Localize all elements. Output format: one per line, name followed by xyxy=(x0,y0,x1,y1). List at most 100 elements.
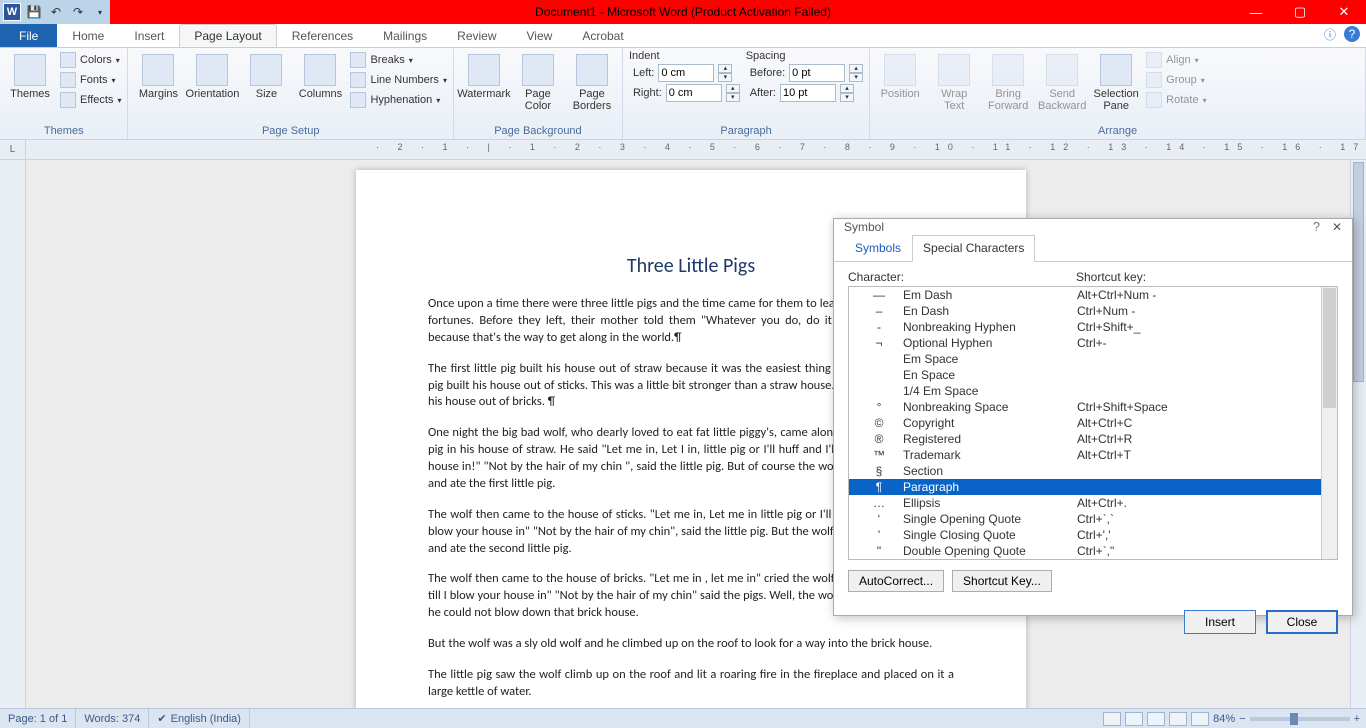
colors-button[interactable]: Colors▾ xyxy=(60,50,121,70)
maximize-button[interactable]: ▢ xyxy=(1278,0,1322,24)
special-characters-listbox[interactable]: —Em DashAlt+Ctrl+Num -–En DashCtrl+Num -… xyxy=(848,286,1338,560)
symbol-glyph: … xyxy=(855,496,903,510)
list-item[interactable]: ’Single Closing QuoteCtrl+',' xyxy=(849,527,1321,543)
redo-icon[interactable]: ↷ xyxy=(68,2,88,22)
tab-acrobat[interactable]: Acrobat xyxy=(567,24,638,47)
scrollbar-thumb[interactable] xyxy=(1353,162,1364,382)
tab-home[interactable]: Home xyxy=(57,24,119,47)
view-print-layout-button[interactable] xyxy=(1103,712,1121,726)
line-numbers-button[interactable]: Line Numbers▾ xyxy=(350,70,447,90)
symbol-name: Section xyxy=(903,464,1077,478)
size-button[interactable]: Size xyxy=(242,50,290,100)
page-borders-button[interactable]: Page Borders xyxy=(568,50,616,112)
zoom-slider[interactable] xyxy=(1250,717,1350,721)
tab-review[interactable]: Review xyxy=(442,24,511,47)
send-backward-button: Send Backward xyxy=(1038,50,1086,112)
list-item[interactable]: —Em DashAlt+Ctrl+Num - xyxy=(849,287,1321,303)
qat-dropdown-icon[interactable]: ▾ xyxy=(90,2,110,22)
tab-insert[interactable]: Insert xyxy=(119,24,179,47)
listbox-scrollbar[interactable] xyxy=(1321,287,1337,559)
margins-button[interactable]: Margins xyxy=(134,50,182,100)
list-item[interactable]: ¬Optional HyphenCtrl+- xyxy=(849,335,1321,351)
ribbon-group-themes: Themes Colors▾ Fonts▾ Effects▾ Themes xyxy=(0,48,128,139)
list-item[interactable]: -Nonbreaking HyphenCtrl+Shift+_ xyxy=(849,319,1321,335)
effects-button[interactable]: Effects▾ xyxy=(60,90,121,110)
dialog-help-icon[interactable]: ? xyxy=(1313,219,1332,234)
close-window-button[interactable]: ✕ xyxy=(1322,0,1366,24)
orientation-button[interactable]: Orientation xyxy=(188,50,236,100)
view-full-screen-button[interactable] xyxy=(1125,712,1143,726)
help-icon[interactable]: ? xyxy=(1344,26,1360,42)
symbol-shortcut: Ctrl+',' xyxy=(1077,528,1315,542)
list-item[interactable]: –En DashCtrl+Num - xyxy=(849,303,1321,319)
view-outline-button[interactable] xyxy=(1169,712,1187,726)
dialog-tab-special-characters[interactable]: Special Characters xyxy=(912,235,1035,262)
rotate-icon xyxy=(1146,92,1162,108)
zoom-level[interactable]: 84% xyxy=(1213,713,1235,725)
list-item[interactable]: ™TrademarkAlt+Ctrl+T xyxy=(849,447,1321,463)
ribbon-group-paragraph: Indent Left:▴▾ Right:▴▾ Spacing Before:▴… xyxy=(623,48,870,139)
listbox-scrollbar-thumb[interactable] xyxy=(1323,288,1336,408)
list-item[interactable]: ®RegisteredAlt+Ctrl+R xyxy=(849,431,1321,447)
themes-button[interactable]: Themes xyxy=(6,50,54,100)
horizontal-ruler[interactable]: · 2 · 1 · | · 1 · 2 · 3 · 4 · 5 · 6 · 7 … xyxy=(26,140,1366,159)
ribbon-minimize-icon[interactable]: ⓘ xyxy=(1322,26,1338,42)
list-item[interactable]: "Double Opening QuoteCtrl+`," xyxy=(849,543,1321,559)
vertical-ruler[interactable] xyxy=(0,160,26,708)
group-icon xyxy=(1146,72,1162,88)
symbol-shortcut: Alt+Ctrl+T xyxy=(1077,448,1315,462)
status-language[interactable]: ✔English (India) xyxy=(149,709,250,728)
align-button: Align▾ xyxy=(1146,50,1206,70)
list-item[interactable]: ©CopyrightAlt+Ctrl+C xyxy=(849,415,1321,431)
symbol-glyph: " xyxy=(855,544,903,558)
zoom-slider-knob[interactable] xyxy=(1290,713,1298,725)
columns-button[interactable]: Columns xyxy=(296,50,344,100)
status-words[interactable]: Words: 374 xyxy=(76,709,149,728)
hyphenation-button[interactable]: Hyphenation▾ xyxy=(350,90,447,110)
dialog-tab-symbols[interactable]: Symbols xyxy=(844,235,912,262)
page-color-button[interactable]: Page Color xyxy=(514,50,562,112)
list-item[interactable]: En Space xyxy=(849,367,1321,383)
spacing-after-spinner[interactable]: After:▴▾ xyxy=(746,84,863,102)
fonts-button[interactable]: Fonts▾ xyxy=(60,70,121,90)
autocorrect-button[interactable]: AutoCorrect... xyxy=(848,570,944,592)
selection-pane-button[interactable]: Selection Pane xyxy=(1092,50,1140,112)
symbol-shortcut: Alt+Ctrl+R xyxy=(1077,432,1315,446)
spacing-before-spinner[interactable]: Before:▴▾ xyxy=(746,64,863,82)
minimize-button[interactable]: — xyxy=(1234,0,1278,24)
shortcut-key-button[interactable]: Shortcut Key... xyxy=(952,570,1052,592)
list-item[interactable]: …EllipsisAlt+Ctrl+. xyxy=(849,495,1321,511)
symbol-glyph: ¬ xyxy=(855,336,903,350)
list-item[interactable]: ‘Single Opening QuoteCtrl+`,` xyxy=(849,511,1321,527)
indent-right-spinner[interactable]: Right:▴▾ xyxy=(629,84,740,102)
tab-mailings[interactable]: Mailings xyxy=(368,24,442,47)
symbol-shortcut: Ctrl+Shift+Space xyxy=(1077,400,1315,414)
undo-icon[interactable]: ↶ xyxy=(46,2,66,22)
tab-page-layout[interactable]: Page Layout xyxy=(179,24,276,47)
dialog-titlebar[interactable]: Symbol ? ✕ xyxy=(834,219,1352,234)
list-item[interactable]: Em Space xyxy=(849,351,1321,367)
save-icon[interactable]: 💾 xyxy=(24,2,44,22)
status-page[interactable]: Page: 1 of 1 xyxy=(0,709,76,728)
group-button: Group▾ xyxy=(1146,70,1206,90)
symbol-glyph: © xyxy=(855,416,903,430)
tab-references[interactable]: References xyxy=(277,24,368,47)
symbol-name: En Space xyxy=(903,368,1077,382)
list-item[interactable]: 1/4 Em Space xyxy=(849,383,1321,399)
close-button[interactable]: Close xyxy=(1266,610,1338,634)
insert-button[interactable]: Insert xyxy=(1184,610,1256,634)
view-draft-button[interactable] xyxy=(1191,712,1209,726)
zoom-out-button[interactable]: − xyxy=(1239,713,1245,725)
tab-view[interactable]: View xyxy=(512,24,568,47)
list-item[interactable]: §Section xyxy=(849,463,1321,479)
list-item[interactable]: °Nonbreaking SpaceCtrl+Shift+Space xyxy=(849,399,1321,415)
ribbon-group-page-background: Watermark Page Color Page Borders Page B… xyxy=(454,48,623,139)
list-item[interactable]: ¶Paragraph xyxy=(849,479,1321,495)
watermark-button[interactable]: Watermark xyxy=(460,50,508,100)
tab-file[interactable]: File xyxy=(0,24,57,47)
zoom-in-button[interactable]: + xyxy=(1354,713,1360,725)
indent-left-spinner[interactable]: Left:▴▾ xyxy=(629,64,740,82)
dialog-close-icon[interactable]: ✕ xyxy=(1332,220,1342,234)
breaks-button[interactable]: Breaks▾ xyxy=(350,50,447,70)
view-web-layout-button[interactable] xyxy=(1147,712,1165,726)
